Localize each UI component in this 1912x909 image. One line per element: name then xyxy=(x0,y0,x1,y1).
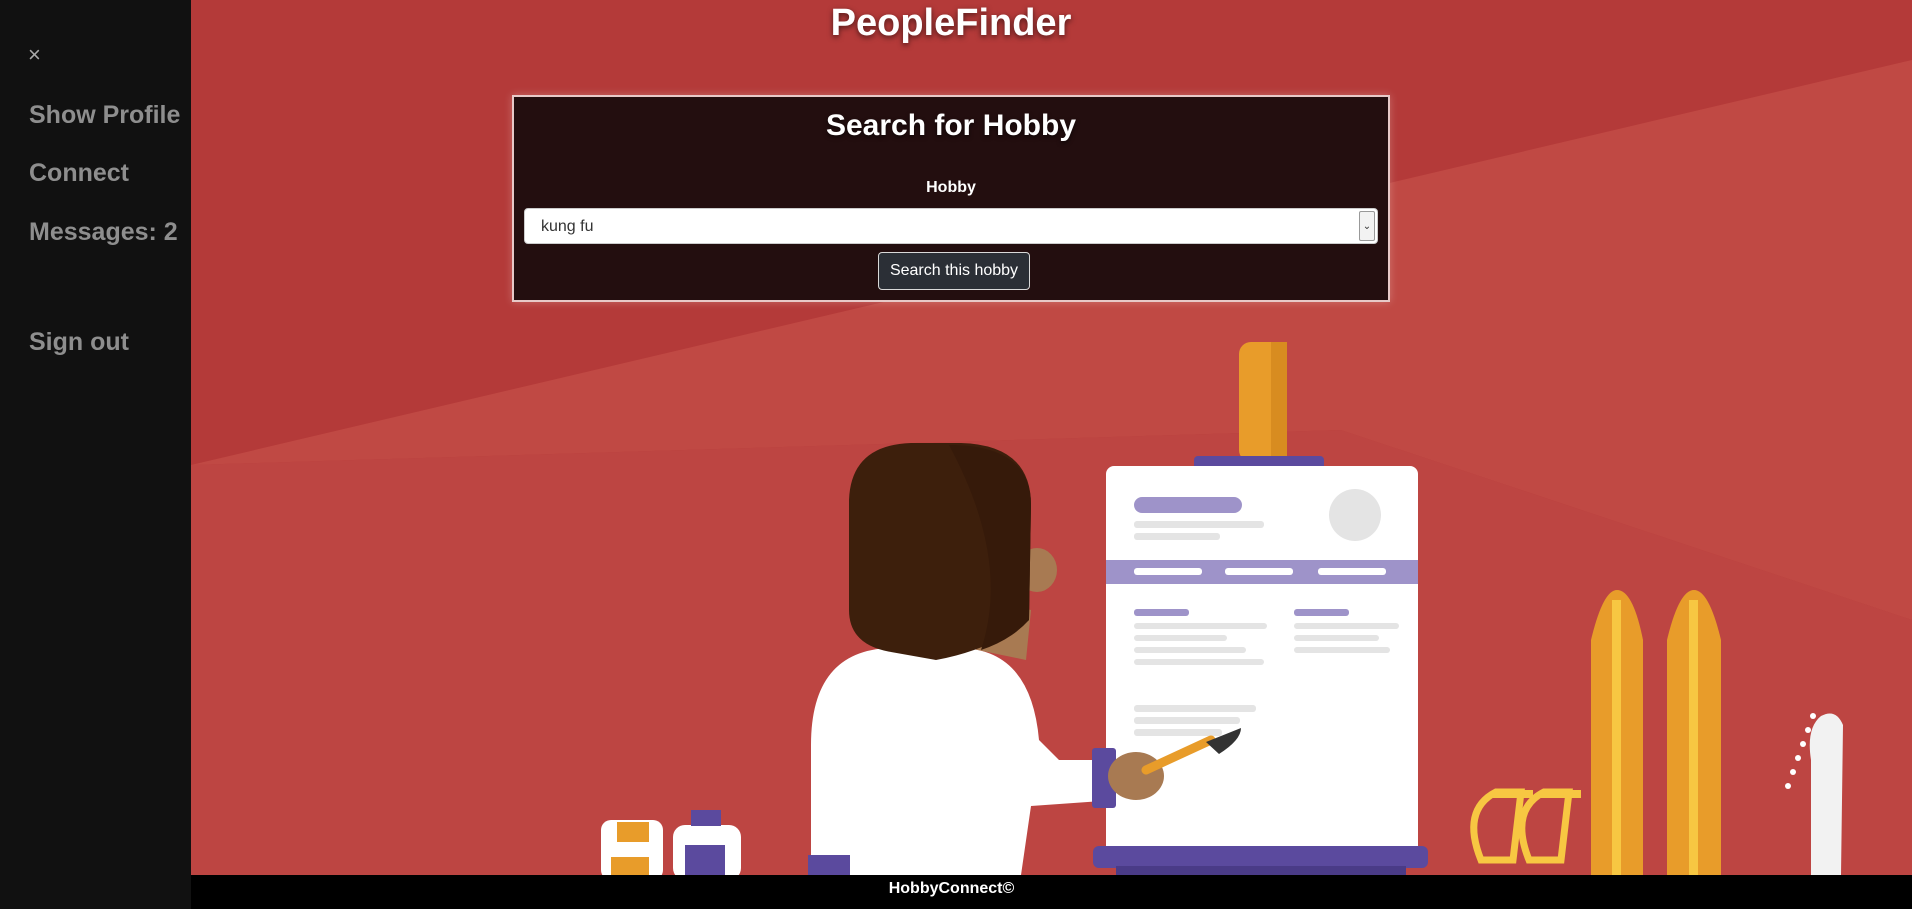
sidebar-item-messages[interactable]: Messages: 2 xyxy=(29,218,178,247)
close-icon[interactable]: × xyxy=(28,44,41,66)
app-title: PeopleFinder xyxy=(830,2,1072,44)
search-panel: Search for Hobby Hobby kung fu ⌄ Search … xyxy=(512,95,1390,302)
footer: HobbyConnect© xyxy=(191,875,1912,909)
main-content: PeopleFinder Search for Hobby Hobby kung… xyxy=(191,0,1912,875)
sidebar-item-show-profile[interactable]: Show Profile xyxy=(29,101,180,130)
search-hobby-button[interactable]: Search this hobby xyxy=(878,252,1030,290)
hobby-field-label: Hobby xyxy=(926,179,976,196)
sidebar: × Show Profile Connect Messages: 2 Sign … xyxy=(0,0,191,909)
sidebar-item-connect[interactable]: Connect xyxy=(29,159,129,188)
footer-text: HobbyConnect© xyxy=(888,880,1015,897)
search-heading: Search for Hobby xyxy=(825,109,1077,142)
chevron-down-icon[interactable]: ⌄ xyxy=(1359,211,1375,241)
hobby-select-value: kung fu xyxy=(541,218,594,235)
hobby-select[interactable]: kung fu ⌄ xyxy=(524,208,1378,244)
sidebar-item-sign-out[interactable]: Sign out xyxy=(29,328,129,357)
